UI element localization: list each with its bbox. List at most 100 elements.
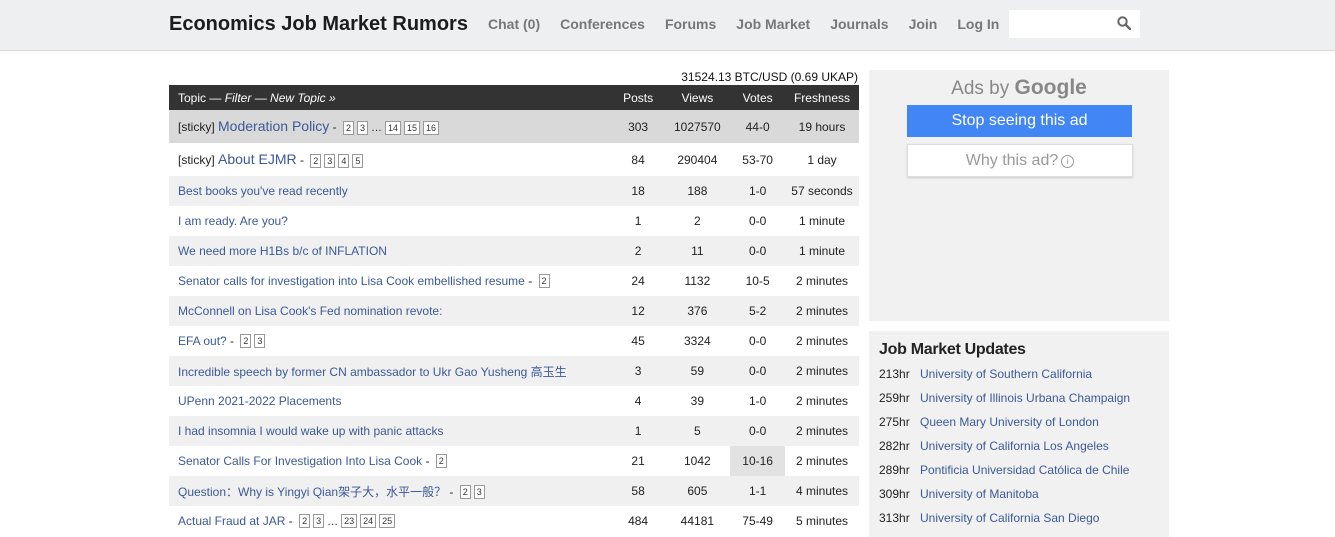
- freshness-cell[interactable]: 19 hours: [784, 110, 859, 143]
- stop-seeing-ad-button[interactable]: Stop seeing this ad: [907, 105, 1132, 137]
- freshness-cell[interactable]: 2 minutes: [784, 446, 859, 476]
- page-ellipsis: …: [327, 515, 339, 528]
- topic-link[interactable]: Best books you've read recently: [178, 184, 348, 198]
- votes-cell: 0-0: [730, 236, 785, 266]
- freshness-cell[interactable]: 2 minutes: [784, 326, 859, 356]
- page-link[interactable]: 16: [423, 120, 440, 135]
- freshness-cell[interactable]: 1 minute: [784, 236, 859, 266]
- freshness-cell[interactable]: 57 seconds: [784, 176, 859, 206]
- filter-link[interactable]: Filter: [225, 91, 252, 105]
- page-link[interactable]: 14: [385, 120, 402, 135]
- update-time: 213hr: [879, 367, 910, 381]
- views-cell: 1027570: [664, 110, 731, 143]
- posts-cell: 24: [611, 266, 665, 296]
- nav-journals[interactable]: Journals: [830, 16, 888, 32]
- votes-header: Votes: [730, 85, 785, 110]
- university-link[interactable]: University of Southern California: [920, 367, 1092, 381]
- university-link[interactable]: Pontificia Universidad Católica de Chile: [920, 463, 1129, 477]
- page-link[interactable]: 4: [338, 153, 350, 168]
- posts-cell: 45: [611, 326, 665, 356]
- topics-table: Topic — Filter — New Topic » Posts Views…: [169, 85, 859, 536]
- views-cell: 1042: [664, 446, 731, 476]
- votes-cell: 53-70: [730, 143, 785, 176]
- page-link[interactable]: 24: [360, 514, 377, 529]
- list-item: 282hr University of California Los Angele…: [879, 439, 1130, 463]
- topic-header: Topic — Filter — New Topic »: [169, 85, 612, 110]
- topic-cell: Question：Why is Yingyi Qian架子大，水平一般？ - 2…: [169, 476, 612, 506]
- freshness-cell[interactable]: 2 minutes: [784, 356, 859, 386]
- topic-link[interactable]: About EJMR: [218, 151, 297, 167]
- topic-link[interactable]: I had insomnia I would wake up with pani…: [178, 424, 443, 438]
- university-link[interactable]: University of California Los Angeles: [920, 439, 1109, 453]
- ads-by-google: Ads by Google: [869, 76, 1169, 100]
- nav-log-in[interactable]: Log In: [957, 16, 999, 32]
- university-link[interactable]: University of Illinois Urbana Champaign: [920, 391, 1130, 405]
- nav-conferences[interactable]: Conferences: [560, 16, 645, 32]
- nav-chat[interactable]: Chat (0): [488, 16, 540, 32]
- page-link[interactable]: 3: [313, 514, 325, 529]
- topic-link[interactable]: Moderation Policy: [218, 118, 329, 134]
- topic-link[interactable]: Senator calls for investigation into Lis…: [178, 274, 525, 288]
- page-link[interactable]: 2: [310, 153, 322, 168]
- topic-cell: Senator calls for investigation into Lis…: [169, 266, 612, 296]
- update-time: 313hr: [879, 511, 910, 525]
- topic-link[interactable]: Incredible speech by former CN ambassado…: [178, 365, 567, 379]
- university-link[interactable]: University of California San Diego: [920, 511, 1099, 525]
- topic-link[interactable]: EFA out?: [178, 334, 227, 348]
- nav-job-market[interactable]: Job Market: [736, 16, 810, 32]
- university-link[interactable]: Queen Mary University of London: [920, 415, 1099, 429]
- page-link[interactable]: 5: [352, 153, 364, 168]
- freshness-cell[interactable]: 2 minutes: [784, 416, 859, 446]
- topic-link[interactable]: Question：Why is Yingyi Qian架子大，水平一般？: [178, 485, 446, 499]
- table-header-row: Topic — Filter — New Topic » Posts Views…: [169, 85, 859, 110]
- nav-forums[interactable]: Forums: [665, 16, 716, 32]
- page-link[interactable]: 15: [404, 120, 421, 135]
- page-link[interactable]: 2: [240, 334, 252, 349]
- google-logo: Google: [1014, 76, 1087, 99]
- topic-link[interactable]: McConnell on Lisa Cook's Fed nomination …: [178, 304, 442, 318]
- votes-cell: 0-0: [730, 416, 785, 446]
- topic-cell: [sticky] About EJMR - 2345: [169, 143, 612, 176]
- page-links: 2 3… 14 15 16: [340, 120, 440, 135]
- freshness-cell[interactable]: 1 minute: [784, 206, 859, 236]
- page-link[interactable]: 2: [342, 120, 354, 135]
- page-link[interactable]: 3: [254, 334, 266, 349]
- nav-join[interactable]: Join: [909, 16, 938, 32]
- page-link[interactable]: 3: [324, 153, 336, 168]
- page-link[interactable]: 2: [435, 454, 447, 469]
- freshness-cell[interactable]: 2 minutes: [784, 296, 859, 326]
- posts-cell: 18: [611, 176, 665, 206]
- page-link[interactable]: 3: [356, 120, 368, 135]
- search-input[interactable]: [1009, 10, 1113, 40]
- site-title[interactable]: Economics Job Market Rumors: [169, 13, 468, 36]
- topic-link[interactable]: Senator Calls For Investigation Into Lis…: [178, 454, 422, 468]
- topic-link[interactable]: We need more H1Bs b/c of INFLATION: [178, 244, 387, 258]
- search-icon[interactable]: [1117, 16, 1131, 30]
- ads-by-label: Ads by: [951, 78, 1015, 99]
- page-link[interactable]: 3: [473, 485, 485, 500]
- freshness-cell[interactable]: 2 minutes: [784, 266, 859, 296]
- update-time: 259hr: [879, 391, 910, 405]
- page-link[interactable]: 2: [459, 485, 471, 500]
- topic-link[interactable]: I am ready. Are you?: [178, 214, 288, 228]
- update-time: 282hr: [879, 439, 910, 453]
- topic-link[interactable]: Actual Fraud at JAR: [178, 514, 285, 528]
- page-link[interactable]: 2: [538, 274, 550, 289]
- university-link[interactable]: University of Manitoba: [920, 487, 1039, 501]
- topic-cell: UPenn 2021-2022 Placements: [169, 386, 612, 416]
- freshness-cell[interactable]: 4 minutes: [784, 476, 859, 506]
- ad-box: Ads by Google Stop seeing this ad Why th…: [869, 70, 1169, 321]
- new-topic-link[interactable]: New Topic »: [270, 91, 336, 105]
- page-link[interactable]: 23: [341, 514, 358, 529]
- top-bar: Economics Job Market Rumors Chat (0) Con…: [0, 0, 1335, 51]
- page-link[interactable]: 2: [299, 514, 311, 529]
- topic-cell: I had insomnia I would wake up with pani…: [169, 416, 612, 446]
- posts-cell: 21: [611, 446, 665, 476]
- freshness-cell[interactable]: 5 minutes: [784, 506, 859, 536]
- freshness-cell[interactable]: 2 minutes: [784, 386, 859, 416]
- posts-cell: 1: [611, 416, 665, 446]
- topic-link[interactable]: UPenn 2021-2022 Placements: [178, 394, 341, 408]
- page-link[interactable]: 25: [379, 514, 396, 529]
- why-this-ad-button[interactable]: Why this ad? i: [907, 144, 1133, 177]
- freshness-cell[interactable]: 1 day: [784, 143, 859, 176]
